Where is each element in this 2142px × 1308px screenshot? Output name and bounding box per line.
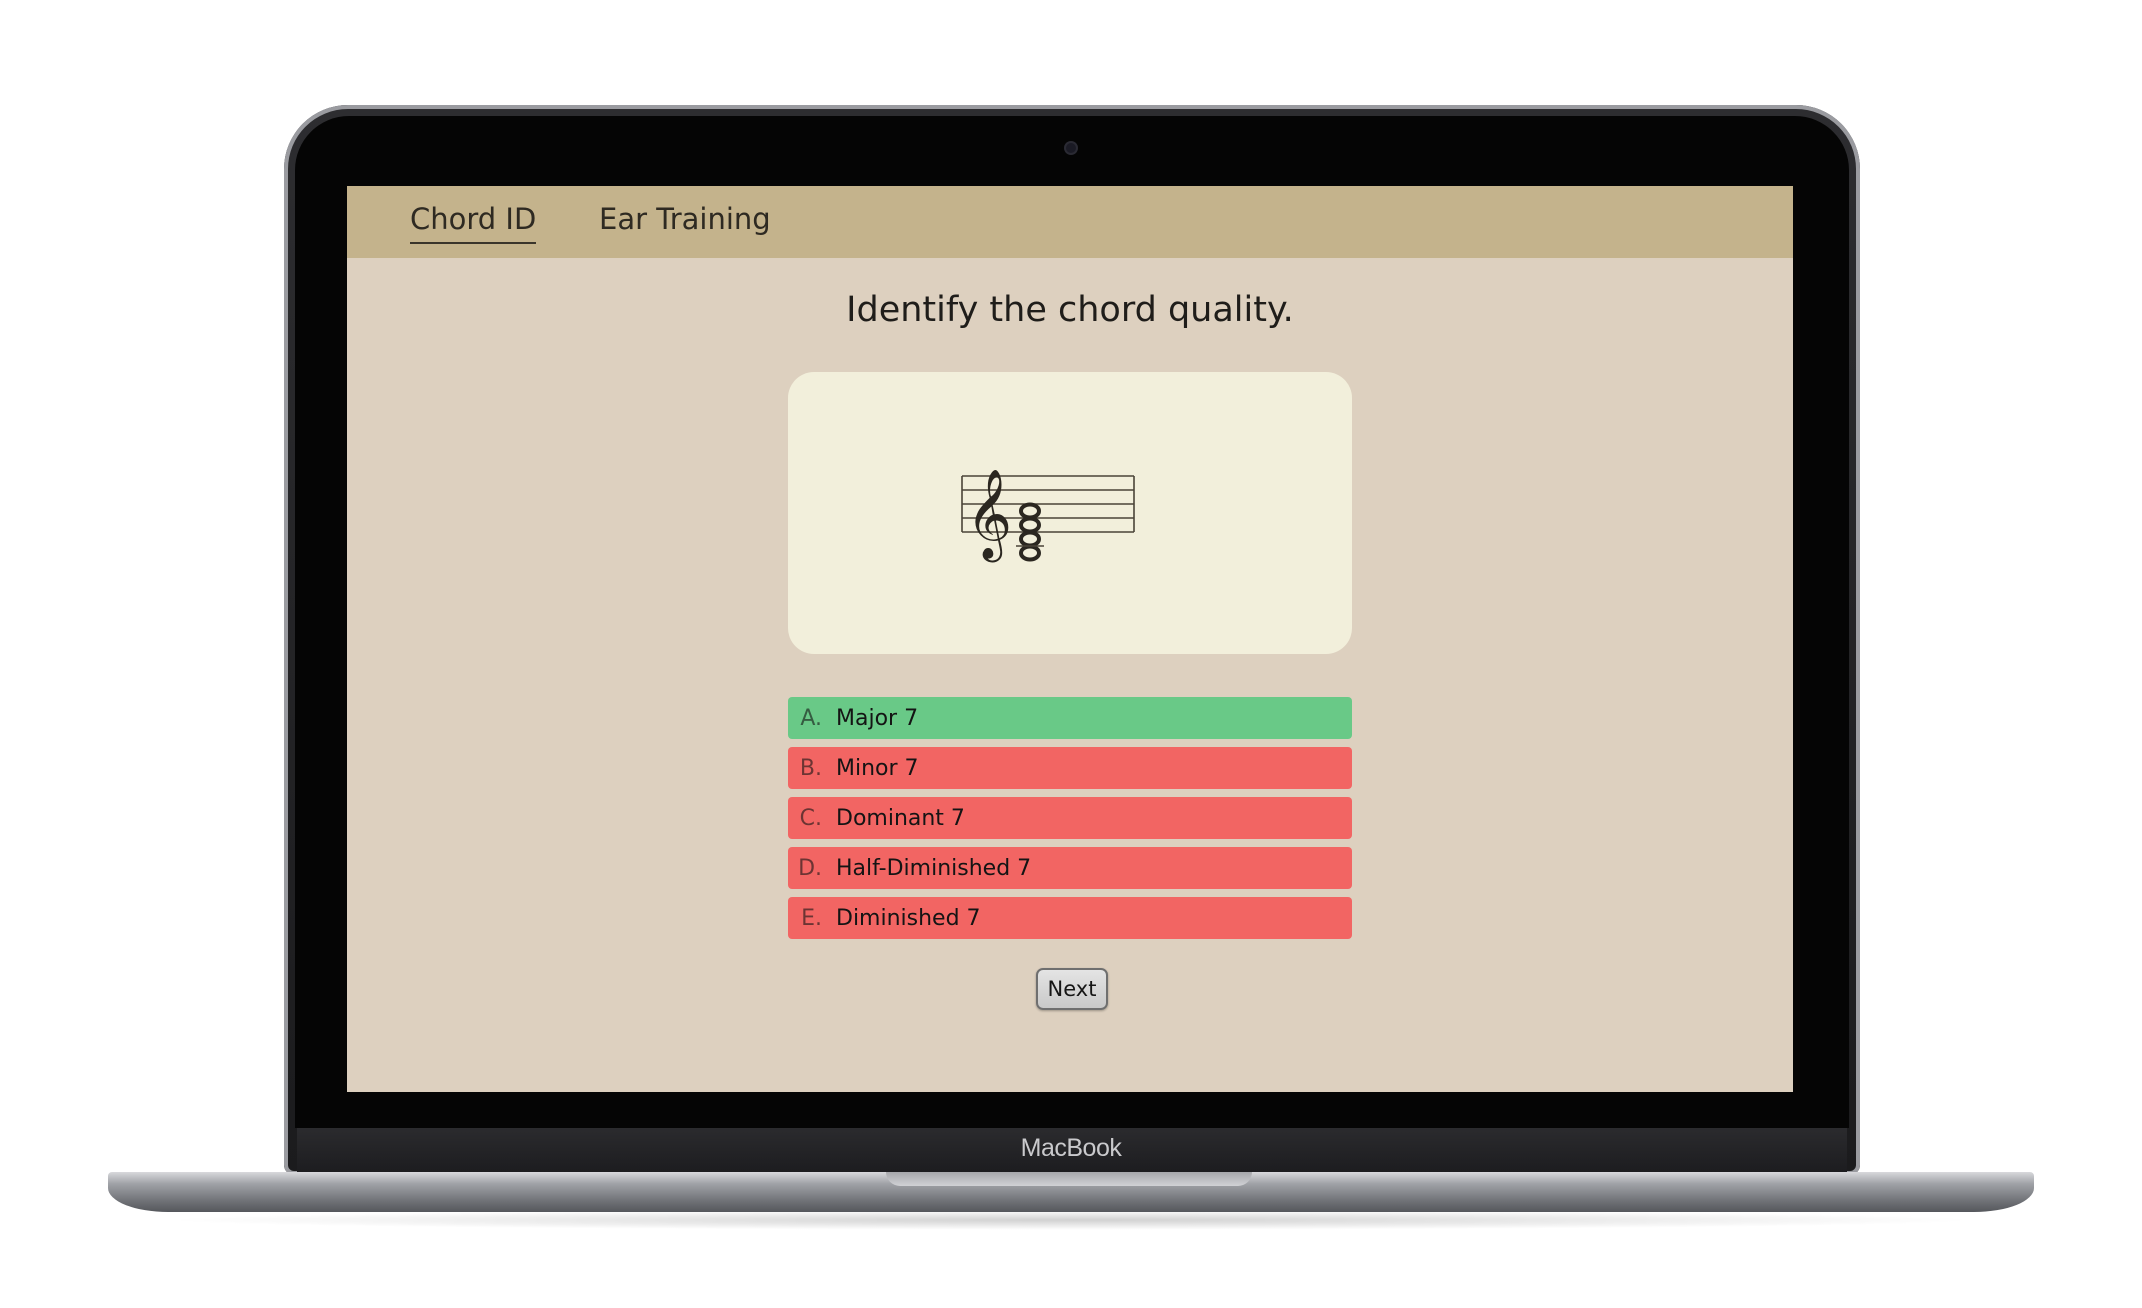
- note-4: [1019, 544, 1041, 562]
- option-label: Dominant 7: [836, 805, 965, 831]
- tab-ear-training[interactable]: Ear Training: [599, 202, 771, 242]
- option-letter: E.: [801, 905, 822, 931]
- option-b[interactable]: B. Minor 7: [788, 747, 1352, 789]
- treble-clef-icon: 𝄞: [966, 469, 1012, 563]
- laptop-notch: [886, 1172, 1252, 1186]
- note-2: [1019, 516, 1041, 534]
- laptop-shadow: [160, 1210, 1982, 1230]
- option-letter: A.: [800, 705, 822, 731]
- answer-options: A. Major 7 B. Minor 7 C. Dominant 7 D. H…: [788, 697, 1352, 947]
- option-letter: D.: [798, 855, 822, 881]
- option-c[interactable]: C. Dominant 7: [788, 797, 1352, 839]
- option-label: Major 7: [836, 705, 919, 731]
- option-letter: C.: [799, 805, 822, 831]
- brand-label: MacBook: [1020, 1134, 1122, 1162]
- option-label: Half-Diminished 7: [836, 855, 1032, 881]
- tab-chord-id[interactable]: Chord ID: [410, 202, 537, 244]
- option-e[interactable]: E. Diminished 7: [788, 897, 1352, 939]
- chord-notation: 𝄞: [961, 469, 1135, 563]
- app-screen: Chord ID Ear Training Identify the chord…: [347, 186, 1793, 1092]
- option-label: Minor 7: [836, 755, 919, 781]
- note-3: [1019, 530, 1041, 548]
- option-label: Diminished 7: [836, 905, 981, 931]
- next-button[interactable]: Next: [1036, 968, 1108, 1010]
- camera-icon: [1066, 143, 1076, 153]
- note-1: [1019, 502, 1041, 520]
- notation-card: 𝄞: [788, 372, 1352, 654]
- navbar: Chord ID Ear Training: [347, 186, 1793, 258]
- option-a[interactable]: A. Major 7: [788, 697, 1352, 739]
- option-letter: B.: [799, 755, 822, 781]
- option-d[interactable]: D. Half-Diminished 7: [788, 847, 1352, 889]
- question-prompt: Identify the chord quality.: [846, 290, 1294, 330]
